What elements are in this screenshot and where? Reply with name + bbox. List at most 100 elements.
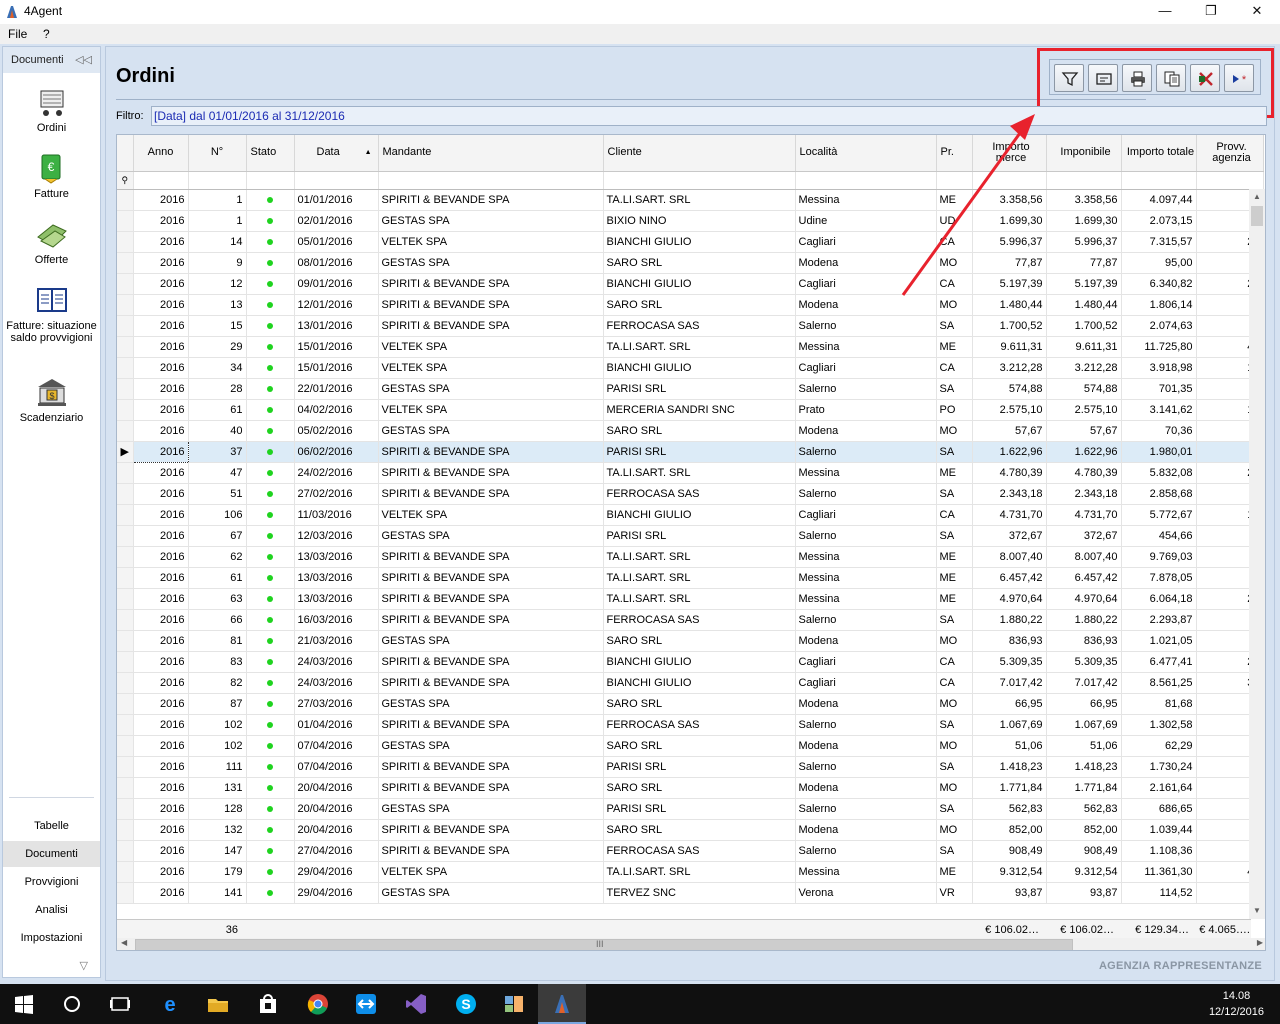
cell-provincia[interactable]: VR (936, 882, 973, 904)
cell-mandante[interactable]: SPIRITI & BEVANDE SPA (378, 756, 604, 778)
cell-anno[interactable]: 2016 (133, 420, 189, 442)
cell-numero[interactable]: 34 (188, 357, 247, 379)
cell-imponibile[interactable]: 1.418,23 (1046, 756, 1122, 778)
cell-provincia[interactable]: SA (936, 483, 973, 505)
table-row[interactable]: 2016 147 27/04/2016 SPIRITI & BEVANDE SPA FE… (117, 840, 1264, 862)
cell-provincia[interactable]: SA (936, 315, 973, 337)
cell-imponibile[interactable]: 1.880,22 (1046, 609, 1122, 631)
cell-cliente[interactable]: TA.LI.SART. SRL (603, 336, 796, 358)
cell-data[interactable]: 02/01/2016 (294, 210, 379, 232)
cell-mandante[interactable]: VELTEK SPA (378, 231, 604, 253)
table-row[interactable]: 2016 111 07/04/2016 SPIRITI & BEVANDE SPA PA… (117, 756, 1264, 778)
horizontal-scrollbar[interactable]: ◀ III ▶ (117, 938, 1265, 950)
filter-field[interactable]: [Data] dal 01/01/2016 al 31/12/2016 (151, 106, 1267, 126)
cell-localita[interactable]: Messina (795, 462, 937, 484)
cell-cliente[interactable]: BIXIO NINO (603, 210, 796, 232)
cell-localita[interactable]: Cagliari (795, 504, 937, 526)
cell-importo-totale[interactable]: 1.039,44 (1121, 819, 1197, 841)
cell-stato[interactable] (246, 210, 295, 232)
cell-stato[interactable] (246, 693, 295, 715)
scroll-right-icon[interactable]: ▶ (1257, 938, 1263, 947)
cell-provincia[interactable]: SA (936, 609, 973, 631)
row-indicator[interactable] (117, 588, 134, 610)
cell-imponibile[interactable]: 93,87 (1046, 882, 1122, 904)
cell-data[interactable]: 27/04/2016 (294, 840, 379, 862)
cell-localita[interactable]: Messina (795, 336, 937, 358)
cell-data[interactable]: 27/03/2016 (294, 693, 379, 715)
cell-numero[interactable]: 29 (188, 336, 247, 358)
tab-impostazioni[interactable]: Impostazioni (3, 925, 100, 951)
cell-anno[interactable]: 2016 (133, 567, 189, 589)
cell-localita[interactable]: Messina (795, 861, 937, 883)
cell-mandante[interactable]: SPIRITI & BEVANDE SPA (378, 567, 604, 589)
row-indicator[interactable] (117, 420, 134, 442)
cell-imponibile[interactable]: 7.017,42 (1046, 672, 1122, 694)
cell-data[interactable]: 15/01/2016 (294, 336, 379, 358)
tab-provvigioni[interactable]: Provvigioni (3, 869, 100, 895)
cell-imponibile[interactable]: 57,67 (1046, 420, 1122, 442)
cell-provincia[interactable]: SA (936, 798, 973, 820)
cell-imponibile[interactable]: 77,87 (1046, 252, 1122, 274)
task-view-icon[interactable] (108, 992, 132, 1016)
cell-localita[interactable]: Salerno (795, 525, 937, 547)
table-row[interactable]: 2016 141 29/04/2016 GESTAS SPA TERVEZ SNC Ver… (117, 882, 1264, 904)
cell-provincia[interactable]: CA (936, 672, 973, 694)
table-row[interactable]: 2016 29 15/01/2016 VELTEK SPA TA.LI.SART. SR… (117, 336, 1264, 358)
cell-anno[interactable]: 2016 (133, 735, 189, 757)
tab-documenti[interactable]: Documenti (3, 841, 100, 867)
cell-mandante[interactable]: GESTAS SPA (378, 798, 604, 820)
cell-anno[interactable]: 2016 (133, 483, 189, 505)
cell-imponibile[interactable]: 5.996,37 (1046, 231, 1122, 253)
cell-importo-totale[interactable]: 9.769,03 (1121, 546, 1197, 568)
cell-imponibile[interactable]: 9.611,31 (1046, 336, 1122, 358)
cell-data[interactable]: 13/01/2016 (294, 315, 379, 337)
cell-importo-totale[interactable]: 81,68 (1121, 693, 1197, 715)
filter-cell[interactable] (972, 171, 1047, 190)
cell-provincia[interactable]: CA (936, 231, 973, 253)
row-indicator[interactable] (117, 252, 134, 274)
cell-numero[interactable]: 132 (188, 819, 247, 841)
cell-localita[interactable]: Cagliari (795, 273, 937, 295)
cell-numero[interactable]: 1 (188, 189, 247, 211)
cell-anno[interactable]: 2016 (133, 672, 189, 694)
menu-file[interactable]: File (8, 27, 27, 41)
cell-numero[interactable]: 47 (188, 462, 247, 484)
cell-importo-merce[interactable]: 5.309,35 (972, 651, 1047, 673)
cell-stato[interactable] (246, 630, 295, 652)
cell-importo-merce[interactable]: 1.771,84 (972, 777, 1047, 799)
cell-imponibile[interactable]: 908,49 (1046, 840, 1122, 862)
cell-stato[interactable] (246, 189, 295, 211)
cell-stato[interactable] (246, 420, 295, 442)
filter-cell[interactable] (1121, 171, 1197, 190)
cell-provincia[interactable]: MO (936, 819, 973, 841)
filter-cell[interactable] (603, 171, 796, 190)
cell-data[interactable]: 27/02/2016 (294, 483, 379, 505)
explorer-icon[interactable] (206, 992, 230, 1016)
cell-importo-merce[interactable]: 9.611,31 (972, 336, 1047, 358)
cell-data[interactable]: 12/01/2016 (294, 294, 379, 316)
cell-mandante[interactable]: SPIRITI & BEVANDE SPA (378, 819, 604, 841)
row-indicator[interactable] (117, 525, 134, 547)
cell-anno[interactable]: 2016 (132, 440, 189, 463)
table-row[interactable]: ▶ 2016 37 06/02/2016 SPIRITI & BEVANDE SPA PA… (117, 440, 1264, 463)
chrome-icon[interactable] (306, 992, 330, 1016)
cell-numero[interactable]: 87 (188, 693, 247, 715)
cell-numero[interactable]: 141 (188, 882, 247, 904)
row-indicator[interactable] (117, 504, 134, 526)
cell-stato[interactable] (246, 336, 295, 358)
cell-imponibile[interactable]: 3.212,28 (1046, 357, 1122, 379)
cell-imponibile[interactable]: 852,00 (1046, 819, 1122, 841)
cell-imponibile[interactable]: 1.771,84 (1046, 777, 1122, 799)
cell-numero[interactable]: 61 (188, 399, 247, 421)
cell-mandante[interactable]: SPIRITI & BEVANDE SPA (378, 672, 604, 694)
cell-provincia[interactable]: CA (936, 357, 973, 379)
table-row[interactable]: 2016 62 13/03/2016 SPIRITI & BEVANDE SPA TA.… (117, 546, 1264, 568)
cell-importo-merce[interactable]: 4.970,64 (972, 588, 1047, 610)
cell-importo-totale[interactable]: 62,29 (1121, 735, 1197, 757)
col-numero[interactable]: N° (188, 135, 247, 172)
cell-stato[interactable] (246, 546, 295, 568)
cell-mandante[interactable]: GESTAS SPA (378, 693, 604, 715)
cell-numero[interactable]: 40 (188, 420, 247, 442)
cell-numero[interactable]: 62 (188, 546, 247, 568)
row-indicator[interactable] (117, 336, 134, 358)
